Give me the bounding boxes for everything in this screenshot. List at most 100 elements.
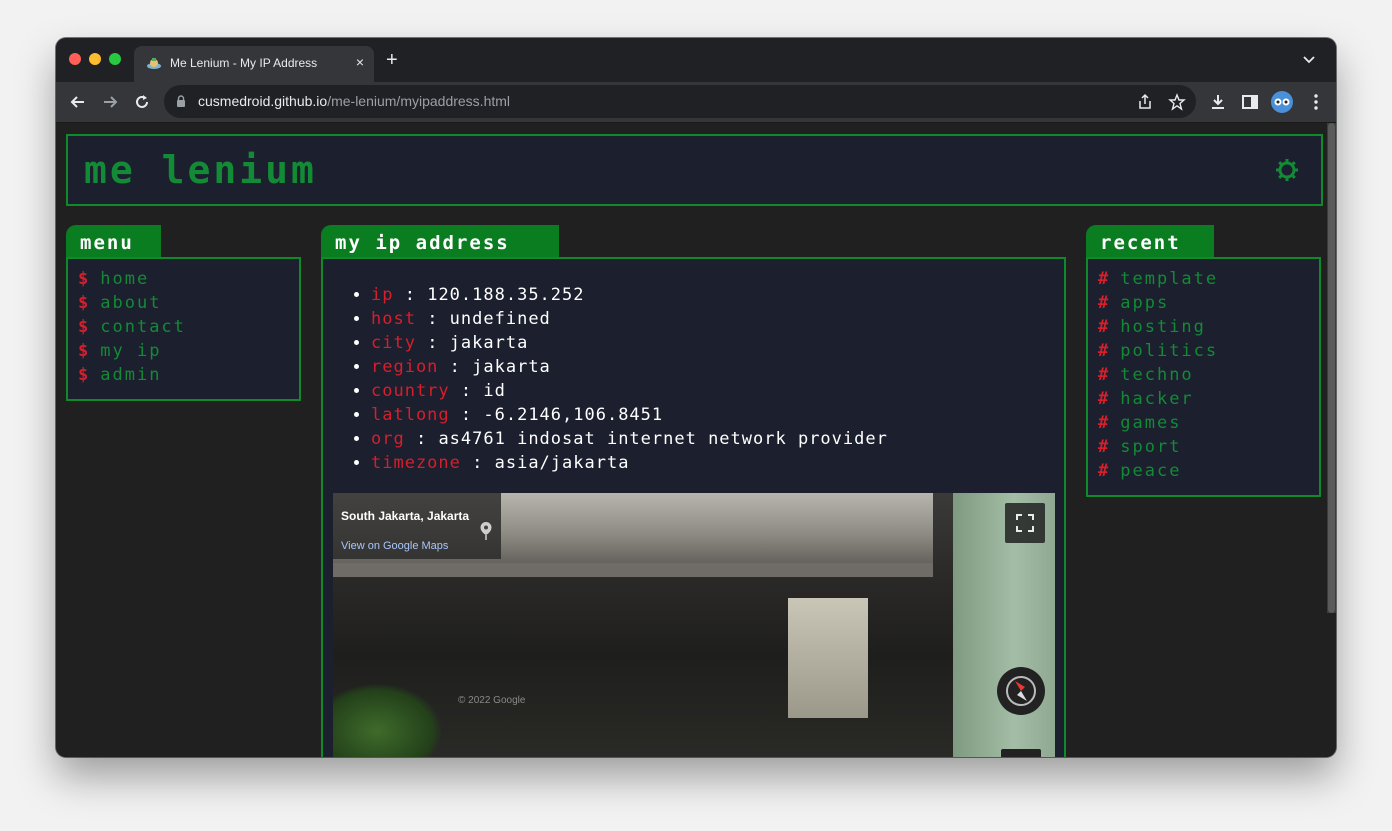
browser-toolbar: cusmedroid.github.io/me-lenium/myipaddre… [56,82,1336,123]
compass-button[interactable] [997,667,1045,715]
recent-panel: # Template # Apps # Hosting # Politics # Techno # H… [1086,257,1321,497]
address-bar[interactable]: cusmedroid.github.io/me-lenium/myipaddre… [164,85,1196,118]
reload-icon[interactable] [132,92,152,112]
ip-info-key: LatLong [371,405,450,425]
menu-item-home[interactable]: $ Home [78,267,299,291]
ip-info-separator: : [438,357,473,377]
main-heading: My IP Address [321,225,559,259]
more-vert-icon[interactable] [1306,92,1326,112]
recent-item-link[interactable]: Politics [1120,341,1218,361]
recent-item-techno[interactable]: # Techno [1098,363,1319,387]
recent-bullet: # [1098,437,1109,457]
menu-bullet: $ [78,341,89,361]
recent-item-link[interactable]: Techno [1120,365,1193,385]
recent-item-link[interactable]: Apps [1120,293,1169,313]
recent-item-games[interactable]: # Games [1098,411,1319,435]
ip-info-key: Timezone [371,453,461,473]
ip-info-item-city: City : Jakarta [371,331,1064,355]
browser-tab-active[interactable]: Me Lenium - My IP Address × [134,46,374,82]
map-control-button[interactable] [1001,749,1041,757]
recent-item-template[interactable]: # Template [1098,267,1319,291]
menu-item-link[interactable]: Admin [100,365,161,385]
gear-icon[interactable] [1275,158,1299,182]
ip-info-item-region: Region : Jakarta [371,355,1064,379]
street-view-meter-box [788,598,868,718]
recent-item-apps[interactable]: # Apps [1098,291,1319,315]
map-place-name: South Jakarta, Jakarta [341,509,470,523]
ip-info-key: IP [371,285,394,305]
lock-icon [177,95,185,107]
ip-info-list: IP : 120.188.35.252Host : undefinedCity … [323,259,1064,475]
recent-item-hacker[interactable]: # Hacker [1098,387,1319,411]
recent-bullet: # [1098,413,1109,433]
street-view-map[interactable]: South Jakarta, Jakarta View on Google Ma… [333,493,1055,757]
map-info-card: South Jakarta, Jakarta View on Google Ma… [333,493,501,559]
share-icon[interactable] [1136,93,1154,111]
menu-item-link[interactable]: Contact [100,317,186,337]
recent-heading: Recent [1086,225,1214,259]
download-icon[interactable] [1208,92,1228,112]
recent-item-hosting[interactable]: # Hosting [1098,315,1319,339]
map-copyright: © 2022 Google [458,695,526,706]
recent-item-link[interactable]: Peace [1120,461,1181,481]
ip-info-value: AS4761 INDOSAT Internet Network Provider [438,429,888,449]
recent-item-link[interactable]: Hacker [1120,389,1193,409]
tab-close-icon[interactable]: × [356,54,364,70]
site-title[interactable]: Me Lenium [84,148,317,192]
menu-item-link[interactable]: My IP [100,341,161,361]
forward-arrow-icon[interactable] [100,92,120,112]
page-scrollbar-thumb[interactable] [1328,123,1335,613]
ip-info-value: Asia/Jakarta [494,453,630,473]
menu-item-link[interactable]: Home [100,269,149,289]
recent-item-peace[interactable]: # Peace [1098,459,1319,483]
menu-item-contact[interactable]: $ Contact [78,315,299,339]
menu-item-admin[interactable]: $ Admin [78,363,299,387]
street-view-plant [333,683,443,757]
ip-info-item-ip: IP : 120.188.35.252 [371,283,1064,307]
ip-info-value: Jakarta [472,357,551,377]
site-header: Me Lenium [66,134,1323,206]
menu-list: $ Home $ About $ Contact $ My IP $ Admin [68,259,299,387]
url-text: cusmedroid.github.io/me-lenium/myipaddre… [198,93,510,109]
ip-info-value: Jakarta [449,333,529,353]
fullscreen-button[interactable] [1005,503,1045,543]
tab-search-chevron-icon[interactable] [1302,52,1316,66]
recent-item-link[interactable]: Sport [1120,437,1181,457]
tab-title: Me Lenium - My IP Address [170,56,318,70]
side-panel-icon[interactable] [1240,92,1260,112]
recent-bullet: # [1098,461,1109,481]
ip-info-separator: : [449,405,484,425]
recent-item-sport[interactable]: # Sport [1098,435,1319,459]
new-tab-button[interactable]: + [386,50,398,70]
view-on-google-maps-link[interactable]: View on Google Maps [341,540,448,552]
site-favicon-icon [147,58,161,69]
recent-item-politics[interactable]: # Politics [1098,339,1319,363]
menu-bullet: $ [78,293,89,313]
profile-avatar-icon[interactable] [1270,90,1294,114]
menu-item-about[interactable]: $ About [78,291,299,315]
fullscreen-icon [1016,514,1034,532]
url-host: cusmedroid.github.io [198,93,328,109]
ip-info-separator: : [415,309,450,329]
recent-item-link[interactable]: Template [1120,269,1218,289]
map-pin-icon[interactable] [479,521,493,541]
ip-info-value: ID [483,381,506,401]
menu-item-link[interactable]: About [100,293,161,313]
recent-item-link[interactable]: Hosting [1120,317,1206,337]
recent-bullet: # [1098,365,1109,385]
ip-info-item-timezone: Timezone : Asia/Jakarta [371,451,1064,475]
ip-info-separator: : [449,381,484,401]
back-arrow-icon[interactable] [68,92,88,112]
minimize-window-button[interactable] [89,53,101,65]
maximize-window-button[interactable] [109,53,121,65]
recent-item-link[interactable]: Games [1120,413,1181,433]
tab-strip: Me Lenium - My IP Address × + [56,38,1336,82]
close-window-button[interactable] [69,53,81,65]
star-icon[interactable] [1168,93,1186,111]
menu-panel: $ Home $ About $ Contact $ My IP $ Admin [66,257,301,401]
recent-bullet: # [1098,269,1109,289]
recent-bullet: # [1098,389,1109,409]
recent-bullet: # [1098,293,1109,313]
menu-item-my-ip[interactable]: $ My IP [78,339,299,363]
ip-info-item-latlong: LatLong : -6.2146,106.8451 [371,403,1064,427]
